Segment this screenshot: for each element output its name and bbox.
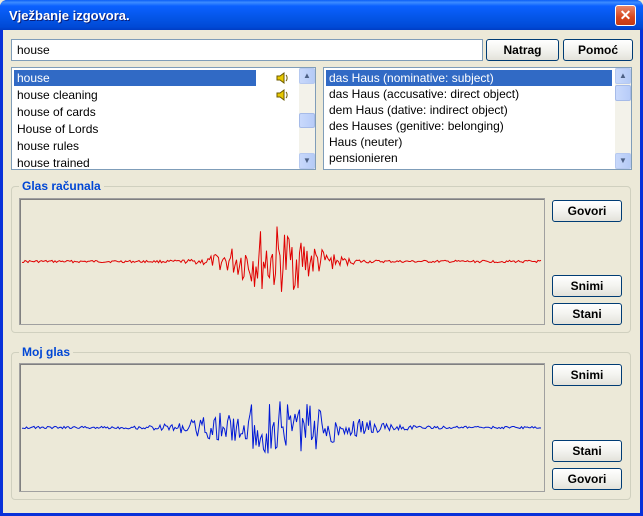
title-bar: Vježbanje izgovora. ✕ xyxy=(0,0,643,30)
word-list-item[interactable]: house of cards xyxy=(14,104,256,120)
my-waveform-graph xyxy=(21,401,542,454)
computer-waveform-graph xyxy=(21,226,542,292)
my-record-button[interactable]: Snimi xyxy=(552,364,622,386)
my-speak-button[interactable]: Govori xyxy=(552,468,622,490)
word-list[interactable]: house house cleaning house of cards House o… xyxy=(11,67,316,170)
word-list-scrollbar[interactable]: ▲ ▼ xyxy=(299,68,315,169)
translation-list[interactable]: das Haus (nominative: subject) das Haus (… xyxy=(323,67,632,170)
scroll-thumb[interactable] xyxy=(299,113,315,128)
computer-voice-label: Glas računala xyxy=(19,179,104,193)
translation-list-scrollbar[interactable]: ▲ ▼ xyxy=(615,68,631,169)
scroll-up-icon[interactable]: ▲ xyxy=(299,68,315,84)
help-button[interactable]: Pomoć xyxy=(563,39,633,61)
word-list-item[interactable]: house xyxy=(14,70,256,86)
computer-waveform xyxy=(19,198,545,325)
translation-list-item[interactable]: das Haus (nominative: subject) xyxy=(326,70,612,86)
scroll-thumb[interactable] xyxy=(615,85,631,101)
word-list-item[interactable]: house trained xyxy=(14,155,256,169)
word-list-item[interactable]: house rules xyxy=(14,138,256,154)
close-button[interactable]: ✕ xyxy=(615,5,636,26)
speaker-icon[interactable] xyxy=(276,72,290,84)
translation-list-item[interactable]: das Haus (accusative: direct object) xyxy=(326,86,612,102)
my-stop-button[interactable]: Stani xyxy=(552,440,622,462)
computer-speak-button[interactable]: Govori xyxy=(552,200,622,222)
scroll-down-icon[interactable]: ▼ xyxy=(615,153,631,169)
dialog-body: Natrag Pomoć househouse cleaninghouse of… xyxy=(3,30,640,513)
translation-list-item[interactable]: des Hauses (genitive: belonging) xyxy=(326,118,612,134)
my-waveform xyxy=(19,363,545,492)
translation-list-item[interactable]: pensionieren xyxy=(326,150,612,166)
scroll-up-icon[interactable]: ▲ xyxy=(615,68,631,84)
back-button[interactable]: Natrag xyxy=(486,39,559,61)
computer-stop-button[interactable]: Stani xyxy=(552,303,622,325)
speaker-icon[interactable] xyxy=(276,89,290,101)
scroll-down-icon[interactable]: ▼ xyxy=(299,153,315,169)
word-list-item[interactable]: house cleaning xyxy=(14,87,256,103)
search-input[interactable] xyxy=(11,39,483,61)
app-window: Vježbanje izgovora. ✕ Natrag Pomoć house… xyxy=(0,0,643,516)
window-title: Vježbanje izgovora. xyxy=(9,8,130,23)
translation-list-item[interactable]: Haus (neuter) xyxy=(326,134,612,150)
computer-record-button[interactable]: Snimi xyxy=(552,275,622,297)
word-list-item[interactable]: House of Lords xyxy=(14,121,256,137)
my-voice-label: Moj glas xyxy=(19,345,74,359)
close-icon: ✕ xyxy=(619,7,632,23)
translation-list-item[interactable]: dem Haus (dative: indirect object) xyxy=(326,102,612,118)
